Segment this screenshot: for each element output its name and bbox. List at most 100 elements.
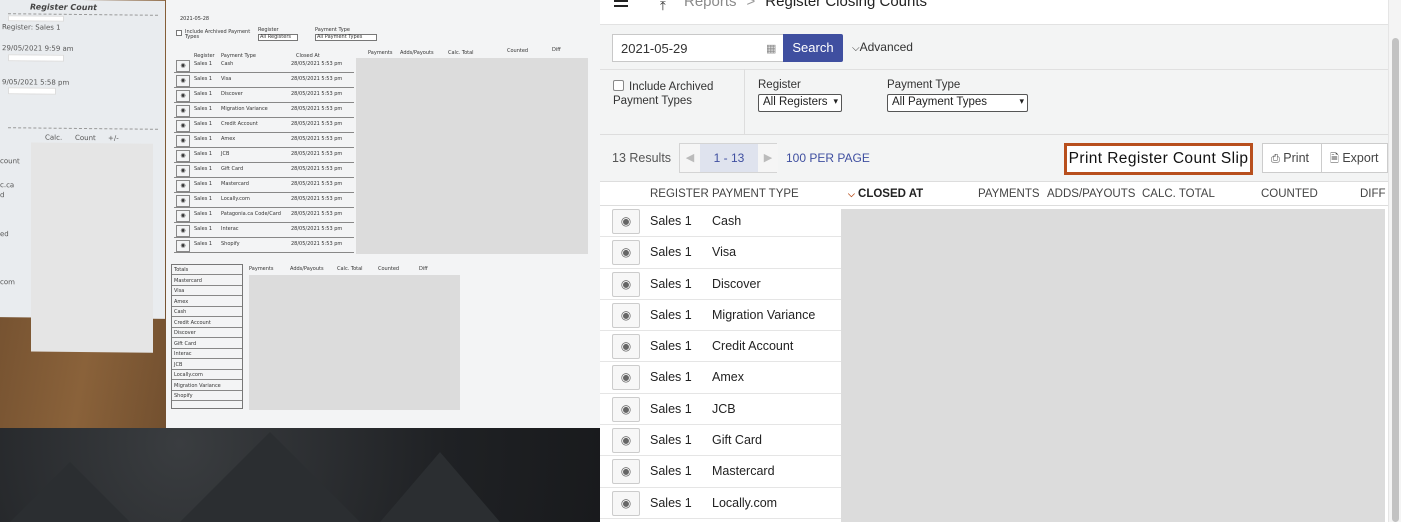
row-register: Sales 1	[650, 214, 692, 228]
date-input[interactable]: 2021-05-29	[612, 34, 784, 62]
col-header-register[interactable]: REGISTER	[650, 188, 709, 200]
table-row[interactable]: ◉ Sales 1 JCB	[600, 393, 841, 426]
sheet-row-register: Sales 1	[194, 121, 213, 127]
eye-icon[interactable]: ◉	[612, 459, 640, 485]
print-label: Print	[1283, 151, 1309, 165]
table-row[interactable]: ◉ Sales 1 Locally.com	[600, 487, 841, 519]
app-window: ⤒ Reports > Register Closing Counts 2021-0…	[600, 0, 1401, 522]
register-select[interactable]: All Registers ▾	[758, 94, 842, 112]
receipt-line: 9/05/2021 5:58 pm	[2, 78, 70, 87]
col-header-closed-at-label: CLOSED AT	[858, 188, 924, 200]
sheet-row-payment-type: Cash	[221, 61, 234, 67]
col-header-payments[interactable]: PAYMENTS	[978, 188, 1040, 200]
sheet-row: ◉ Sales 1 Mastercard 28/05/2021 5:53 pm	[174, 178, 354, 193]
sheet-row-payment-type: Amex	[221, 136, 236, 142]
table-row[interactable]: ◉ Sales 1 Gift Card	[600, 425, 841, 457]
reference-photo: Register Count Register: Sales 1 29/05/2…	[0, 0, 600, 522]
table-row[interactable]: ◉ Sales 1 Credit Account	[600, 331, 841, 363]
eye-icon[interactable]: ◉	[612, 428, 640, 454]
sheet-register-select: All Registers	[258, 34, 298, 41]
sheet-row-register: Sales 1	[194, 211, 213, 217]
sheet-totals-row: Cash	[172, 307, 242, 317]
col-header-counted[interactable]: COUNTED	[1261, 188, 1318, 200]
table-row[interactable]: ◉ Sales 1 Mastercard	[600, 456, 841, 488]
sheet-row-register: Sales 1	[194, 241, 213, 247]
top-bar: ⤒ Reports > Register Closing Counts	[600, 0, 1388, 25]
export-button[interactable]: 🗎 Export	[1322, 143, 1388, 173]
row-payment-type: Credit Account	[712, 339, 794, 354]
sheet-totals-row: Credit Account	[172, 318, 242, 328]
sheet-col-adds-payouts: Adds/Payouts	[400, 50, 434, 56]
eye-icon[interactable]: ◉	[612, 271, 640, 297]
sheet-payment-type-select: All Payment Types	[315, 34, 377, 41]
breadcrumb: Reports > Register Closing Counts	[684, 0, 927, 10]
sheet-row-closed-at: 28/05/2021 5:53 pm	[291, 211, 343, 217]
row-register: Sales 1	[650, 401, 692, 416]
eye-icon[interactable]: ◉	[612, 365, 640, 391]
per-page-selector[interactable]: 100 PER PAGE	[786, 151, 870, 165]
sheet-totals-row: Visa	[172, 286, 242, 296]
sheet-row-payment-type: Shopify	[221, 241, 240, 247]
col-header-payment-type[interactable]: PAYMENT TYPE	[712, 188, 799, 200]
hamburger-menu-icon[interactable]	[614, 0, 630, 10]
sheet-row-closed-at: 28/05/2021 5:53 pm	[291, 136, 343, 142]
sheet-totals-row: Shopify	[172, 391, 242, 401]
sheet-row: ◉ Sales 1 Migration Variance 28/05/2021 5:5…	[174, 103, 354, 118]
sheet-row-closed-at: 28/05/2021 5:53 pm	[291, 121, 343, 127]
sheet-row-payment-type: Mastercard	[221, 181, 249, 187]
advanced-toggle[interactable]: ⌵Advanced	[852, 40, 913, 54]
chevron-down-icon: ▾	[1019, 96, 1024, 106]
table-row[interactable]: ◉ Sales 1 Visa	[600, 237, 841, 269]
sheet-totals-col: Adds/Payouts	[290, 266, 324, 272]
row-payment-type: Locally.com	[712, 495, 778, 510]
col-header-closed-at[interactable]: ⌵ CLOSED AT	[848, 188, 923, 200]
sheet-row-payment-type: Migration Variance	[221, 106, 268, 112]
row-register: Sales 1	[650, 307, 692, 322]
sheet-row-register: Sales 1	[194, 226, 213, 232]
col-header-diff[interactable]: DIFF	[1360, 188, 1386, 200]
search-button[interactable]: Search	[783, 34, 843, 62]
row-payment-type: Cash	[712, 214, 742, 228]
eye-icon[interactable]: ◉	[612, 240, 640, 266]
eye-icon[interactable]: ◉	[612, 209, 640, 234]
print-register-count-slip-button[interactable]: Print Register Count Slip	[1064, 143, 1253, 175]
file-export-icon: 🗎	[1330, 153, 1339, 165]
payment-type-select[interactable]: All Payment Types ▾	[887, 94, 1028, 112]
sheet-row: ◉ Sales 1 Patagonia.ca Code/Card 28/05/2021…	[174, 208, 354, 223]
receipt-line: count	[0, 157, 20, 166]
col-header-calc-total[interactable]: CALC. TOTAL	[1142, 188, 1215, 200]
receipt-col: Count	[75, 133, 96, 143]
payment-type-filter-label: Payment Type	[887, 79, 961, 91]
table-row[interactable]: ◉ Sales 1 Amex	[600, 362, 841, 394]
receipt-redaction	[8, 15, 64, 22]
receipt-divider	[8, 127, 158, 130]
table-row[interactable]: ◉ Sales 1 Discover	[600, 268, 841, 300]
sheet-eye-icon: ◉	[176, 195, 190, 207]
col-header-adds-payouts[interactable]: ADDS/PAYOUTS	[1047, 188, 1135, 200]
sheet-date: 2021-05-28	[180, 16, 210, 22]
sheet-totals-row: Amex	[172, 297, 242, 307]
vertical-scrollbar[interactable]	[1388, 0, 1401, 522]
receipt-line: c.ca	[0, 181, 15, 190]
page-range[interactable]: 1 - 13	[700, 144, 758, 172]
eye-icon[interactable]: ◉	[612, 490, 640, 516]
table-row[interactable]: ◉ Sales 1 Cash	[600, 206, 841, 238]
row-register: Sales 1	[650, 464, 692, 479]
sheet-row-closed-at: 28/05/2021 5:53 pm	[291, 196, 343, 202]
eye-icon[interactable]: ◉	[612, 334, 640, 360]
sheet-row-closed-at: 28/05/2021 5:53 pm	[291, 166, 343, 172]
prev-page-icon[interactable]: ◀	[680, 144, 700, 172]
eye-icon[interactable]: ◉	[612, 302, 640, 328]
table-row[interactable]: ◉ Sales 1 Migration Variance	[600, 299, 841, 332]
next-page-icon[interactable]: ▶	[758, 144, 778, 172]
scrollbar-thumb[interactable]	[1392, 38, 1399, 522]
sheet-totals-row: Gift Card	[172, 339, 242, 349]
calendar-icon[interactable]: ▦	[766, 42, 776, 55]
sheet-row: ◉ Sales 1 Gift Card 28/05/2021 5:53 pm	[174, 163, 354, 178]
sheet-row-closed-at: 28/05/2021 5:53 pm	[291, 181, 343, 187]
register-filter-label: Register	[758, 79, 801, 91]
eye-icon[interactable]: ◉	[612, 396, 640, 422]
row-register: Sales 1	[650, 245, 692, 260]
breadcrumb-reports-link[interactable]: Reports	[684, 0, 737, 10]
print-button[interactable]: ⎙ Print	[1262, 143, 1322, 173]
